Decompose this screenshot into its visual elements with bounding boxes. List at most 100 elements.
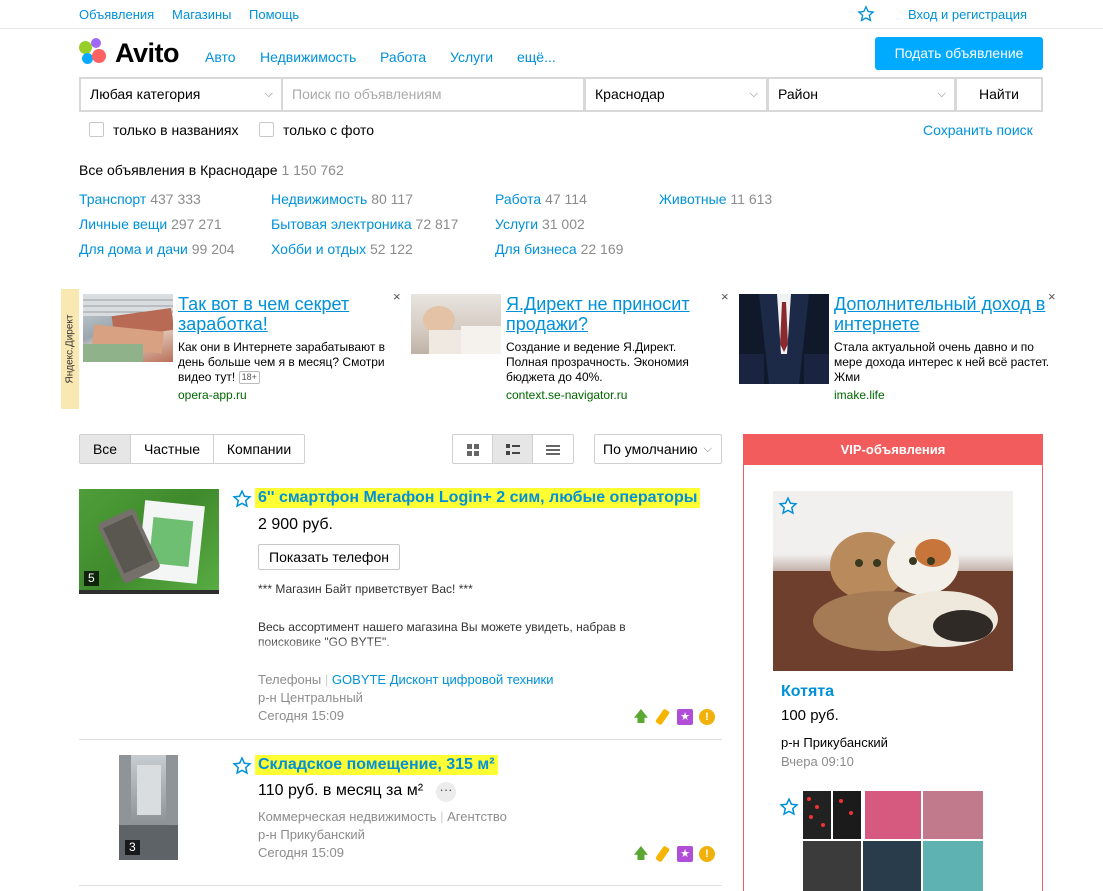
list-view-graphic <box>505 444 520 456</box>
category-link[interactable]: Услуги 31 002 <box>495 216 585 232</box>
sort-value: По умолчанию <box>603 441 698 457</box>
category-link[interactable]: Бытовая электроника 72 817 <box>271 216 458 232</box>
raise-icon[interactable]: 🡅 <box>633 846 649 862</box>
star-icon[interactable] <box>857 5 875 23</box>
close-icon[interactable]: × <box>721 289 729 304</box>
vip-photo-graphic <box>773 531 1013 671</box>
link-help[interactable]: Помощь <box>249 7 299 22</box>
yandex-direct-text: Яндекс.Директ <box>64 314 76 384</box>
city-select[interactable]: Краснодар ⌵ <box>586 79 766 110</box>
only-titles-checkbox[interactable] <box>89 122 104 137</box>
category-link[interactable]: Для бизнеса 22 169 <box>495 241 623 257</box>
category-link[interactable]: Личные вещи 297 271 <box>79 216 222 232</box>
find-button[interactable]: Найти <box>957 79 1041 110</box>
listing-title[interactable]: Складское помещение, 315 м² <box>255 755 498 775</box>
category-label: Личные вещи <box>79 216 168 232</box>
only-titles-label: только в названиях <box>113 122 239 138</box>
ad-title[interactable]: Дополнительный доход в интернете <box>834 294 1049 334</box>
list-view-icon[interactable] <box>493 435 533 463</box>
link-ads[interactable]: Объявления <box>79 7 154 22</box>
category-count: 31 002 <box>541 216 585 232</box>
more-options-button[interactable]: ··· <box>436 782 456 802</box>
listing-seller-link[interactable]: GOBYTE Дисконт цифровой техники <box>332 672 554 687</box>
premium-icon[interactable]: ! <box>699 709 715 725</box>
listing-photo[interactable]: 3 <box>119 755 178 860</box>
photo-count-badge: 3 <box>125 840 140 855</box>
category-count: 297 271 <box>171 216 222 232</box>
category-count: 52 122 <box>369 241 413 257</box>
category-value: Любая категория <box>90 86 201 102</box>
category-label: Транспорт <box>79 191 147 207</box>
show-phone-button[interactable]: Показать телефон <box>258 544 400 570</box>
highlight-icon[interactable] <box>655 708 670 726</box>
favorite-star-icon[interactable] <box>232 489 252 509</box>
ad-text: Создание и ведение Я.Директ. Полная проз… <box>506 340 689 384</box>
nav-jobs[interactable]: Работа <box>380 49 426 65</box>
vip-icon[interactable]: ★ <box>677 709 693 725</box>
listing-district: р-н Центральный <box>258 690 363 705</box>
vip-heading: VIP-объявления <box>744 435 1042 465</box>
only-photo-label: только с фото <box>283 122 375 138</box>
vip-photo[interactable] <box>803 791 983 891</box>
premium-icon[interactable]: ! <box>699 846 715 862</box>
avito-logo[interactable]: Avito <box>79 38 189 68</box>
ad-image[interactable] <box>739 294 829 384</box>
category-label: Хобби и отдых <box>271 241 367 257</box>
ad-domain[interactable]: opera-app.ru <box>178 388 247 402</box>
ad-image[interactable] <box>83 294 173 362</box>
ad-text: Стала актуальной очень давно и по мере д… <box>834 340 1050 384</box>
ad-domain[interactable]: imake.life <box>834 388 885 402</box>
nav-services[interactable]: Услуги <box>450 49 493 65</box>
category-link[interactable]: Для дома и дачи 99 204 <box>79 241 235 257</box>
categories-heading-count: 1 150 762 <box>281 162 344 178</box>
close-icon[interactable]: × <box>1048 289 1056 304</box>
separator: | <box>324 672 329 687</box>
only-photo-checkbox[interactable] <box>259 122 274 137</box>
category-count: 80 117 <box>371 191 413 207</box>
category-link[interactable]: Хобби и отдых 52 122 <box>271 241 413 257</box>
ad-title[interactable]: Я.Директ не приносит продажи? <box>506 294 721 334</box>
listing-photo[interactable]: 5 <box>79 489 219 594</box>
grid-view-icon[interactable] <box>453 435 493 463</box>
tab-all[interactable]: Все <box>80 435 131 463</box>
listing-price: 2 900 руб. <box>258 516 333 533</box>
highlight-icon[interactable] <box>655 845 670 863</box>
raise-icon[interactable]: 🡅 <box>633 709 649 725</box>
save-search-link[interactable]: Сохранить поиск <box>923 122 1033 138</box>
ad-domain[interactable]: context.se-navigator.ru <box>506 388 627 402</box>
category-link[interactable]: Животные 11 613 <box>659 191 772 207</box>
district-select[interactable]: Район ⌵ <box>769 79 954 110</box>
listing-price: 110 руб. в месяц за м² <box>258 782 424 799</box>
tab-companies[interactable]: Компании <box>214 435 304 463</box>
listing-title[interactable]: 6'' смартфон Мегафон Login+ 2 сим, любые… <box>255 488 701 508</box>
login-link[interactable]: Вход и регистрация <box>908 7 1027 22</box>
close-icon[interactable]: × <box>393 289 401 304</box>
link-shops[interactable]: Магазины <box>172 7 232 22</box>
category-link[interactable]: Работа 47 114 <box>495 191 587 207</box>
favorite-star-icon[interactable] <box>232 756 252 776</box>
category-link[interactable]: Недвижимость 80 117 <box>271 191 413 207</box>
ad-image[interactable] <box>411 294 501 354</box>
sort-select[interactable]: По умолчанию ⌵ <box>594 434 722 464</box>
vip-listing-price: 100 руб. <box>781 707 839 724</box>
ad-title[interactable]: Так вот в чем секрет заработка! <box>178 294 393 334</box>
listing-date: Сегодня 15:09 <box>258 708 344 723</box>
vip-panel: VIP-объявления Котята 100 руб. р-н Прику… <box>743 434 1043 891</box>
yandex-direct-label[interactable]: Яндекс.Директ <box>61 289 79 409</box>
vip-listing-title[interactable]: Котята <box>781 683 834 701</box>
tab-private[interactable]: Частные <box>131 435 214 463</box>
favorite-star-icon[interactable] <box>779 797 799 817</box>
nav-more[interactable]: ещё... <box>517 49 556 65</box>
age-badge: 18+ <box>238 371 260 385</box>
search-input[interactable]: Поиск по объявлениям <box>283 79 583 110</box>
nav-auto[interactable]: Авто <box>205 49 236 65</box>
nav-realty[interactable]: Недвижимость <box>260 49 356 65</box>
category-link[interactable]: Транспорт 437 333 <box>79 191 201 207</box>
post-ad-button[interactable]: Подать объявление <box>875 37 1043 70</box>
vip-icon[interactable]: ★ <box>677 846 693 862</box>
category-label: Для дома и дачи <box>79 241 188 257</box>
vip-photo[interactable] <box>773 491 1013 671</box>
category-select[interactable]: Любая категория ⌵ <box>81 79 281 110</box>
favorite-star-icon[interactable] <box>778 496 798 516</box>
compact-view-icon[interactable] <box>533 435 573 463</box>
